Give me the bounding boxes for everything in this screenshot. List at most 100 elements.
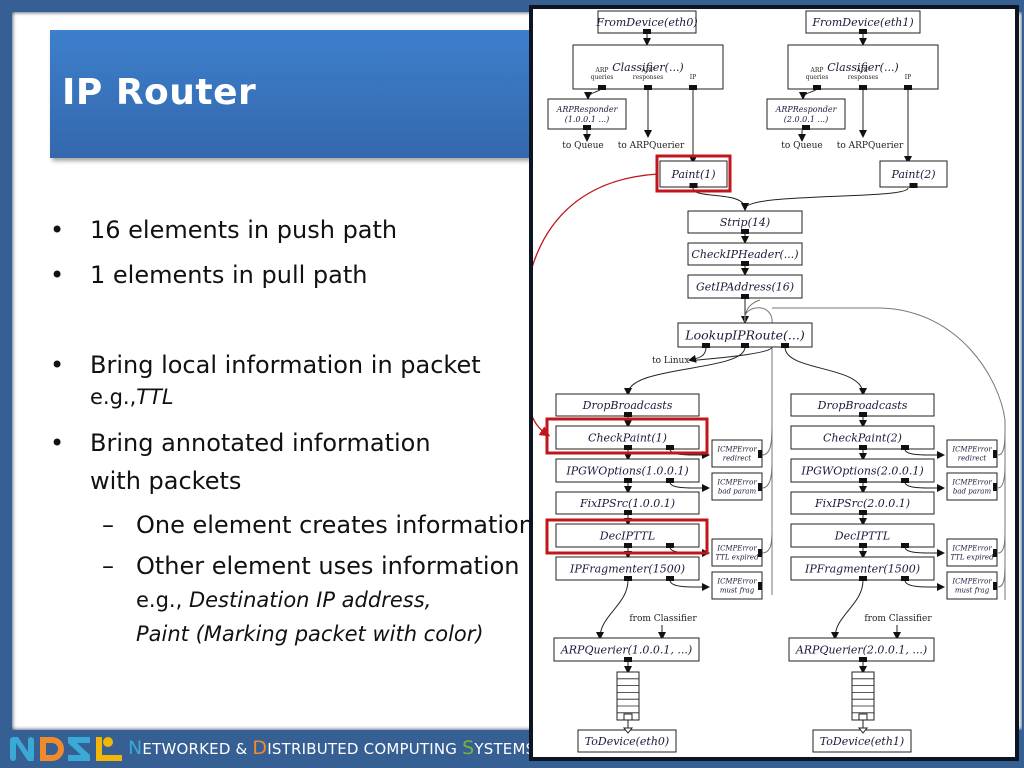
output-port (666, 445, 674, 450)
right-to-device: ToDevice(eth1) (812, 729, 912, 753)
right-icmp-error-label: ICMPError (951, 446, 992, 454)
left-dec-ip-ttl-label: DecIPTTL (599, 529, 655, 542)
lab-name-part: ISTRIBUTED COMPUTING (267, 740, 463, 758)
output-port (624, 510, 632, 515)
bullet-dot: • (50, 429, 65, 457)
left-from-classifier: from Classifier (629, 614, 697, 624)
output-port (859, 445, 867, 450)
left-paint: Paint(1) (659, 160, 728, 188)
lab-name: NETWORKED & DISTRIBUTED COMPUTING SYSTEM… (128, 737, 551, 759)
right-to-queue: to Queue (781, 141, 823, 151)
right-to-arpquerier: to ARPQuerier (837, 141, 904, 151)
bullet-dot: • (50, 261, 65, 289)
right-drop-broadcasts: DropBroadcasts (790, 393, 935, 417)
left-arp-responder: ARPResponder(1.0.0.1 ...) (547, 98, 627, 130)
right-fix-ip-src-label: FixIPSrc(2.0.0.1) (814, 497, 910, 510)
right-icmp-error-label: ICMPError (951, 479, 992, 487)
left-check-paint-label: CheckPaint(1) (588, 431, 667, 444)
example-prefix: e.g., (136, 588, 183, 612)
edge (744, 299, 761, 323)
output-port (758, 582, 762, 590)
right-arp-querier-label: ARPQuerier(2.0.0.1, ...) (795, 643, 927, 656)
right-classifier-port-label: queries (806, 74, 829, 81)
right-classifier-port-label: responses (848, 74, 879, 81)
left-ipgw-options-label: IPGWOptions(1.0.0.1) (565, 464, 688, 477)
sub-bullet-example: e.g., Destination IP address, (136, 585, 431, 615)
left-icmp-error-label: ICMPError (716, 479, 757, 487)
sub-bullet-dash: – (102, 511, 114, 539)
sub-bullet-dash: – (102, 552, 114, 580)
edge (761, 459, 773, 489)
left-to-arpquerier: to ARPQuerier (618, 141, 685, 151)
bullet-text: Bring local information in packet (90, 351, 481, 379)
left-from-device: FromDevice(eth0) (595, 10, 698, 34)
edge (831, 579, 864, 640)
bullet-text: 16 elements in push path (90, 216, 398, 244)
right-classifier-port-label: ARP (810, 67, 824, 74)
edge (997, 429, 1006, 456)
right-icmp-error: ICMPErrormust frag (946, 571, 998, 600)
logo-dot (103, 737, 113, 747)
output-port (758, 483, 762, 491)
right-from-classifier: from Classifier (864, 614, 932, 624)
pull-port (858, 713, 868, 721)
output-port (624, 445, 632, 450)
right-icmp-error-label: ICMPError (951, 545, 992, 553)
output-port (666, 576, 674, 581)
bullet-text: 1 elements in pull path (90, 261, 368, 289)
output-port (741, 229, 749, 234)
edge (784, 346, 867, 396)
right-ip-fragmenter-label: IPFragmenter(1500) (804, 562, 920, 575)
diagram-canvas: FromDevice(eth0)Classifier(...)ARPquerie… (523, 10, 1006, 753)
example-text: Destination IP address, (188, 588, 432, 612)
right-ipgw-options: IPGWOptions(2.0.0.1) (790, 458, 935, 483)
output-port (598, 85, 606, 90)
right-classifier-port-label: ARP (856, 67, 870, 74)
right-ip-fragmenter: IPFragmenter(1500) (790, 556, 935, 581)
left-icmp-error: ICMPErrorTTL expired (711, 538, 763, 567)
left-drop-broadcasts: DropBroadcasts (555, 393, 700, 417)
output-port (901, 478, 909, 483)
output-port (993, 549, 997, 557)
left-drop-broadcasts-label: DropBroadcasts (582, 399, 673, 412)
output-port (993, 483, 997, 491)
output-port (859, 510, 867, 515)
output-port (859, 85, 867, 90)
left-to-device-label: ToDevice(eth0) (585, 735, 669, 748)
ndsl-logo-icon (10, 737, 122, 761)
output-port (624, 576, 632, 581)
left-paint-label: Paint(1) (670, 168, 715, 181)
get-ip-address-label: GetIPAddress(16) (696, 280, 794, 293)
left-arp-querier: ARPQuerier(1.0.0.1, ...) (553, 637, 700, 662)
output-port (901, 543, 909, 548)
pull-port (623, 713, 633, 721)
edge (669, 481, 710, 493)
output-port (813, 85, 821, 90)
right-icmp-error-label: redirect (958, 455, 987, 463)
right-from-device-label: FromDevice(eth1) (811, 16, 913, 29)
left-check-paint: CheckPaint(1) (555, 425, 700, 450)
right-icmp-error-label: must frag (955, 587, 990, 595)
lookup-ip-route-label: LookupIPRoute(...) (684, 328, 805, 343)
left-ip-fragmenter-label: IPFragmenter(1500) (569, 562, 685, 575)
example-text: TTL (136, 385, 174, 409)
output-port (901, 445, 909, 450)
right-to-device-label: ToDevice(eth1) (820, 735, 904, 748)
get-ip-address: GetIPAddress(16) (687, 274, 803, 299)
edge (997, 464, 1006, 489)
output-port (901, 576, 909, 581)
left-icmp-error: ICMPErrorredirect (711, 439, 763, 468)
output-port (758, 450, 762, 458)
output-port (904, 85, 912, 90)
output-port (644, 85, 652, 90)
output-port (741, 261, 749, 266)
output-port (993, 450, 997, 458)
output-port (666, 543, 674, 548)
output-port (859, 543, 867, 548)
left-icmp-error: ICMPErrormust frag (711, 571, 763, 600)
right-dec-ip-ttl-label: DecIPTTL (834, 529, 890, 542)
output-port (741, 294, 749, 299)
bullet-dot: • (50, 351, 65, 379)
output-port (859, 478, 867, 483)
lookup-ip-route: LookupIPRoute(...) (677, 322, 813, 348)
